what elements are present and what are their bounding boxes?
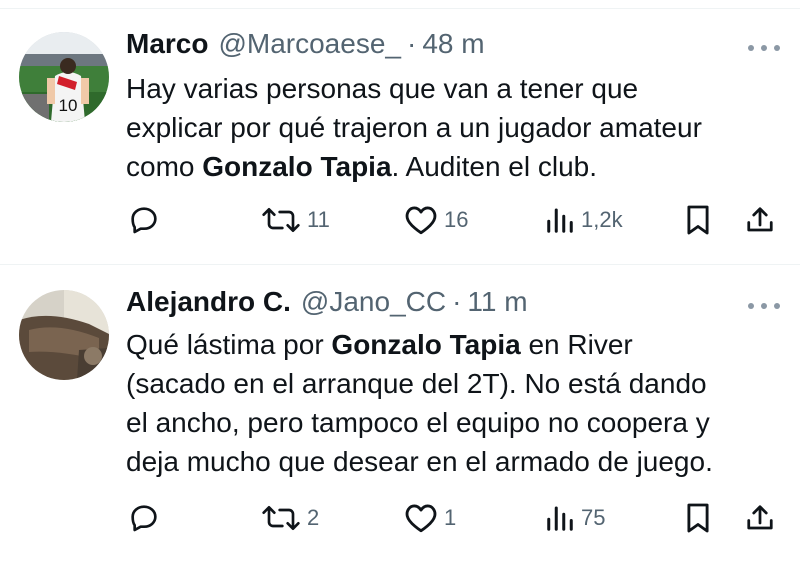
tweet-text-line: deja mucho que desear en el armado de ju… [126,446,713,477]
tweet-text-line: (sacado en el arranque del 2T). No está … [126,368,707,399]
reply-button[interactable] [128,502,160,534]
tweet-text-line: Qué lástima por Gonzalo Tapia en River [126,325,786,364]
views-count: 1,2k [581,207,623,232]
like-button[interactable]: 1 [404,502,456,534]
bookmark-icon [687,503,709,533]
like-count: 1 [444,505,457,530]
views-button[interactable]: 75 [545,502,605,534]
separator-dot: · [406,28,417,59]
tweet-text: Qué lástima por Gonzalo Tapia en River (… [126,325,786,481]
share-button[interactable] [745,502,775,534]
tweet-text-line: como Gonzalo Tapia. Auditen el club. [126,147,786,186]
avatar[interactable] [19,290,109,380]
views-icon [547,208,573,233]
heart-icon [405,504,437,533]
timestamp[interactable]: 48 m [422,28,484,60]
avatar-image [19,290,109,380]
tweet-header: Alejandro C. @Jano_CC · 11 m [126,286,528,322]
text-segment: como [126,151,203,182]
more-icon[interactable] [748,40,780,56]
share-icon [747,207,773,232]
text-segment: en River [520,329,633,360]
separator-dot: · [452,286,462,317]
timestamp[interactable]: 11 m [467,286,527,318]
tweet-header: Marco @Marcoaese_ · 48 m [126,28,485,64]
tweet-text-line: el ancho, pero tampoco el equipo no coop… [126,407,710,438]
text-segment: . Auditen el club. [391,151,598,182]
retweet-icon [262,208,300,232]
tweet-alejandro[interactable]: Alejandro C. @Jano_CC · 11 m Qué lástima… [0,265,800,566]
like-button[interactable]: 16 [404,204,468,236]
reply-icon [131,505,157,532]
reply-button[interactable] [128,204,160,236]
retweet-count: 11 [307,207,330,232]
author-name[interactable]: Marco [126,28,208,60]
views-icon [547,506,573,531]
retweet-icon [262,506,300,530]
reply-icon [131,207,157,234]
tweet-text-line: Hay varias personas que van a tener que [126,73,639,104]
bookmark-button[interactable] [685,502,711,534]
avatar[interactable]: 10 [19,32,109,122]
like-count: 16 [444,207,469,232]
bookmark-button[interactable] [685,204,711,236]
tweet-text: Hay varias personas que van a tener que … [126,69,786,186]
share-icon [747,505,773,530]
retweet-count: 2 [307,505,320,530]
avatar-image: 10 [19,32,109,122]
more-icon[interactable] [748,298,780,314]
tweet-marco[interactable]: 10 Marco @Marcoaese_ · 48 m Hay varias p… [0,0,800,264]
mention-bold: Gonzalo Tapia [331,329,521,360]
action-bar: 2 1 75 [0,498,800,538]
author-handle[interactable]: @Jano_CC [301,286,446,318]
share-button[interactable] [745,204,775,236]
views-button[interactable]: 1,2k [545,204,623,236]
retweet-button[interactable]: 11 [261,204,330,236]
bookmark-icon [687,205,709,235]
action-bar: 11 16 1,2k [0,200,800,240]
text-segment: Qué lástima por [126,329,332,360]
retweet-button[interactable]: 2 [261,502,319,534]
tweet-text-line: explicar por qué trajeron a un jugador a… [126,112,702,143]
views-count: 75 [581,505,606,530]
svg-text:10: 10 [59,96,78,115]
heart-icon [405,206,437,235]
author-name[interactable]: Alejandro C. [126,286,291,318]
mention-bold: Gonzalo Tapia [202,151,392,182]
author-handle[interactable]: @Marcoaese_ [218,28,401,60]
